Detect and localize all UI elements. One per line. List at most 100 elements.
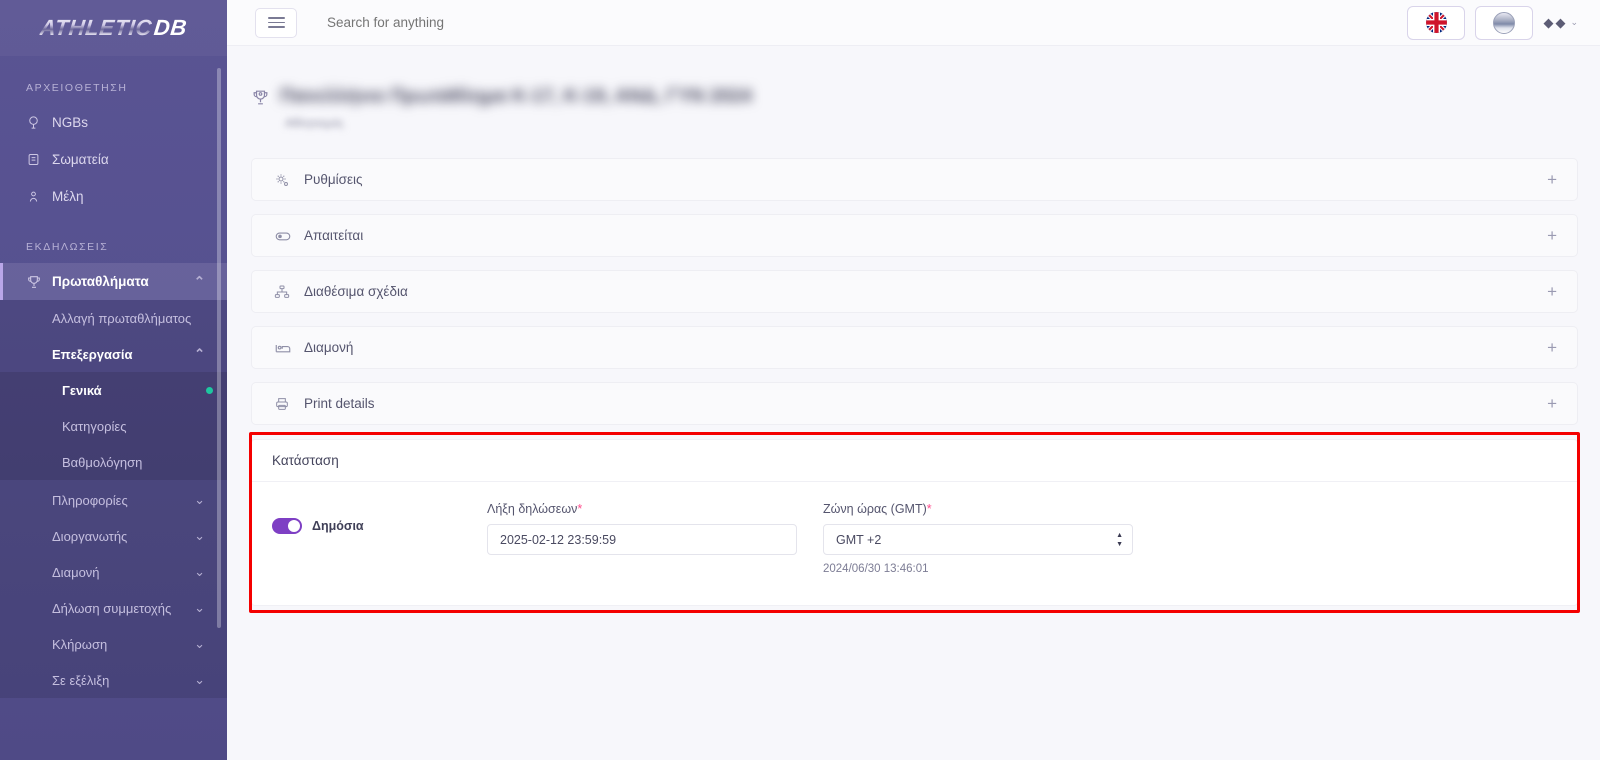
sidebar-scroll-area: ΑΡΧΕΙΟΘΕΤΗΣΗ NGBs Σωματεία Μέλη ΕΚΔΗΛΩΣΕ… xyxy=(0,56,227,760)
sidebar-subitem-entry-declaration[interactable]: Δήλωση συμμετοχής ⌄ xyxy=(0,590,227,626)
chevron-down-icon: ⌄ xyxy=(194,636,205,651)
panel-required[interactable]: Απαιτείται + xyxy=(251,214,1578,257)
plus-icon[interactable]: + xyxy=(1547,283,1557,300)
sidebar-item-ngbs[interactable]: NGBs xyxy=(0,104,227,141)
sidebar-subitem-label: Κλήρωση xyxy=(52,636,108,652)
gear-icon xyxy=(274,172,304,188)
sidebar-subitem-organizer[interactable]: Διοργανωτής ⌄ xyxy=(0,518,227,554)
panel-label: Διαθέσιμα σχέδια xyxy=(304,284,408,299)
page-subtitle: Αθλητισμός xyxy=(285,118,344,130)
deadline-input[interactable] xyxy=(487,524,797,555)
sidebar-item-label: NGBs xyxy=(52,115,89,130)
panel-settings[interactable]: Ρυθμίσεις + xyxy=(251,158,1578,201)
sidebar-subitem-change-championship[interactable]: Αλλαγή πρωταθλήματος xyxy=(0,300,227,336)
person-pin-icon xyxy=(26,189,52,204)
timezone-select[interactable]: GMT +2 xyxy=(823,524,1133,555)
sidebar-subitem-label: Πληροφορίες xyxy=(52,492,128,508)
sidebar-subitem-label: Δήλωση συμμετοχής xyxy=(52,600,172,616)
hamburger-bar xyxy=(267,17,285,19)
sidebar-section-events-label: ΕΚΔΗΛΩΣΕΙΣ xyxy=(26,241,109,253)
trophy-icon xyxy=(251,88,270,112)
sidebar-subitem-edit[interactable]: Επεξεργασία ⌃ xyxy=(0,336,227,372)
language-switch-button[interactable] xyxy=(1407,5,1466,40)
sidebar-subitem-label: Διοργανωτής xyxy=(52,528,128,544)
sidebar-subitem-categories[interactable]: Κατηγορίες xyxy=(0,408,227,444)
deadline-label-text: Λήξη δηλώσεων xyxy=(487,502,578,516)
status-dot-icon xyxy=(206,386,213,394)
deadline-field-group: Λήξη δηλώσεων* xyxy=(487,502,797,555)
main-area: ◆ ◆ ⌄ Πανελλήνιο Πρωτάθλημα Κ-17, Κ-19, … xyxy=(227,0,1600,760)
plus-icon[interactable]: + xyxy=(1547,339,1557,356)
sidebar-subitem-label: Κατηγορίες xyxy=(62,418,127,434)
panel-accommodation[interactable]: Διαμονή + xyxy=(251,326,1578,369)
sidebar-section-archive-label: ΑΡΧΕΙΟΘΕΤΗΣΗ xyxy=(26,82,128,94)
globe-icon xyxy=(26,115,52,130)
timezone-select-wrapper: GMT +2 ▲ ▼ xyxy=(823,524,1133,555)
chevron-down-icon: ⌄ xyxy=(194,600,205,615)
building-icon xyxy=(26,152,52,167)
diamond-icon: ◆ xyxy=(1543,14,1554,30)
chevron-down-icon: ⌄ xyxy=(194,672,205,687)
sidebar: ATHLETIC DB ΑΡΧΕΙΟΘΕΤΗΣΗ NGBs Σωματεία Μ… xyxy=(0,0,227,760)
user-avatar-menu[interactable]: ◆ ◆ ⌄ xyxy=(1543,15,1582,31)
sidebar-subitem-label: Αλλαγή πρωταθλήματος xyxy=(52,310,192,326)
panel-available-plans[interactable]: Διαθέσιμα σχέδια + xyxy=(251,270,1578,313)
chevron-down-icon: ⌄ xyxy=(194,528,205,543)
required-marker: * xyxy=(577,502,583,516)
accordion-panels: Ρυθμίσεις + Απαιτείται + Διαθέσιμα σχέδι… xyxy=(251,158,1578,425)
plus-icon[interactable]: + xyxy=(1547,171,1557,188)
sidebar-item-championships[interactable]: Πρωταθλήματα ⌃ xyxy=(0,263,227,300)
plus-icon[interactable]: + xyxy=(1547,227,1557,244)
chevron-down-icon: ⌄ xyxy=(194,492,205,507)
logo-part-athletic: ATHLETIC xyxy=(38,15,154,40)
public-toggle-label: Δημόσια xyxy=(312,519,364,533)
search-input[interactable] xyxy=(327,15,747,30)
topbar: ◆ ◆ ⌄ xyxy=(227,0,1600,46)
required-marker: * xyxy=(926,502,932,516)
brand-logo[interactable]: ATHLETIC DB xyxy=(0,0,227,56)
sidebar-item-label: Πρωταθλήματα xyxy=(52,274,149,289)
panel-label: Ρυθμίσεις xyxy=(304,172,363,187)
sidebar-item-clubs[interactable]: Σωματεία xyxy=(0,141,227,178)
chevron-down-icon: ⌄ xyxy=(1570,17,1578,27)
hamburger-bar xyxy=(267,21,285,24)
theme-switch-button[interactable] xyxy=(1475,5,1534,40)
plus-icon[interactable]: + xyxy=(1547,395,1557,412)
logo-text: ATHLETIC DB xyxy=(38,15,189,41)
public-toggle-switch[interactable] xyxy=(272,518,302,534)
sidebar-subitem-label: Γενικά xyxy=(62,382,102,398)
bed-icon xyxy=(274,339,304,357)
timezone-label: Ζώνη ώρας (GMT)* xyxy=(823,502,1133,516)
status-card: Κατάσταση Δημόσια Λήξη δηλώσεων* 2025-02… xyxy=(251,439,1578,606)
panel-label: Απαιτείται xyxy=(304,228,364,243)
timezone-timestamp: 2024/06/30 13:46:01 xyxy=(823,563,929,575)
sidebar-subitem-label: Βαθμολόγηση xyxy=(62,454,143,470)
toggle-knob xyxy=(288,520,300,532)
panel-label: Διαμονή xyxy=(304,340,354,355)
panel-label: Print details xyxy=(304,396,375,411)
app-root: ATHLETIC DB ΑΡΧΕΙΟΘΕΤΗΣΗ NGBs Σωματεία Μ… xyxy=(0,0,1600,760)
sidebar-subitem-accommodation[interactable]: Διαμονή ⌄ xyxy=(0,554,227,590)
trophy-icon xyxy=(26,274,52,290)
hamburger-menu-button[interactable] xyxy=(255,7,297,38)
page-title-row: Πανελλήνιο Πρωτάθλημα Κ-17, Κ-19, ΑΝΔ, Γ… xyxy=(251,86,1578,112)
sidebar-subitem-label: Επεξεργασία xyxy=(52,346,133,362)
toggle-icon xyxy=(274,227,304,245)
status-section-wrapper: Κατάσταση Δημόσια Λήξη δηλώσεων* 2025-02… xyxy=(249,432,1580,613)
uk-flag-icon xyxy=(1425,12,1447,33)
diamond-icon: ◆ xyxy=(1555,14,1566,30)
status-heading: Κατάσταση xyxy=(252,440,1577,482)
printer-icon xyxy=(274,396,304,412)
status-body: Δημόσια Λήξη δηλώσεων* Ζώνη xyxy=(252,482,1577,605)
logo-part-db: DB xyxy=(152,15,189,40)
sidebar-subitem-scoring[interactable]: Βαθμολόγηση xyxy=(0,444,227,480)
topbar-right-controls: ◆ ◆ ⌄ xyxy=(1407,5,1582,40)
sidebar-subitem-information[interactable]: Πληροφορίες ⌄ xyxy=(0,482,227,518)
sidebar-subitem-in-progress[interactable]: Σε εξέλιξη ⌄ xyxy=(0,662,227,698)
sidebar-subitem-general[interactable]: Γενικά xyxy=(0,372,227,408)
page-title: Πανελλήνιο Πρωτάθλημα Κ-17, Κ-19, ΑΝΔ, Γ… xyxy=(280,86,752,107)
sidebar-item-members[interactable]: Μέλη xyxy=(0,178,227,215)
panel-print-details[interactable]: Print details + xyxy=(251,382,1578,425)
deadline-label: Λήξη δηλώσεων* xyxy=(487,502,797,516)
sidebar-subitem-draw[interactable]: Κλήρωση ⌄ xyxy=(0,626,227,662)
